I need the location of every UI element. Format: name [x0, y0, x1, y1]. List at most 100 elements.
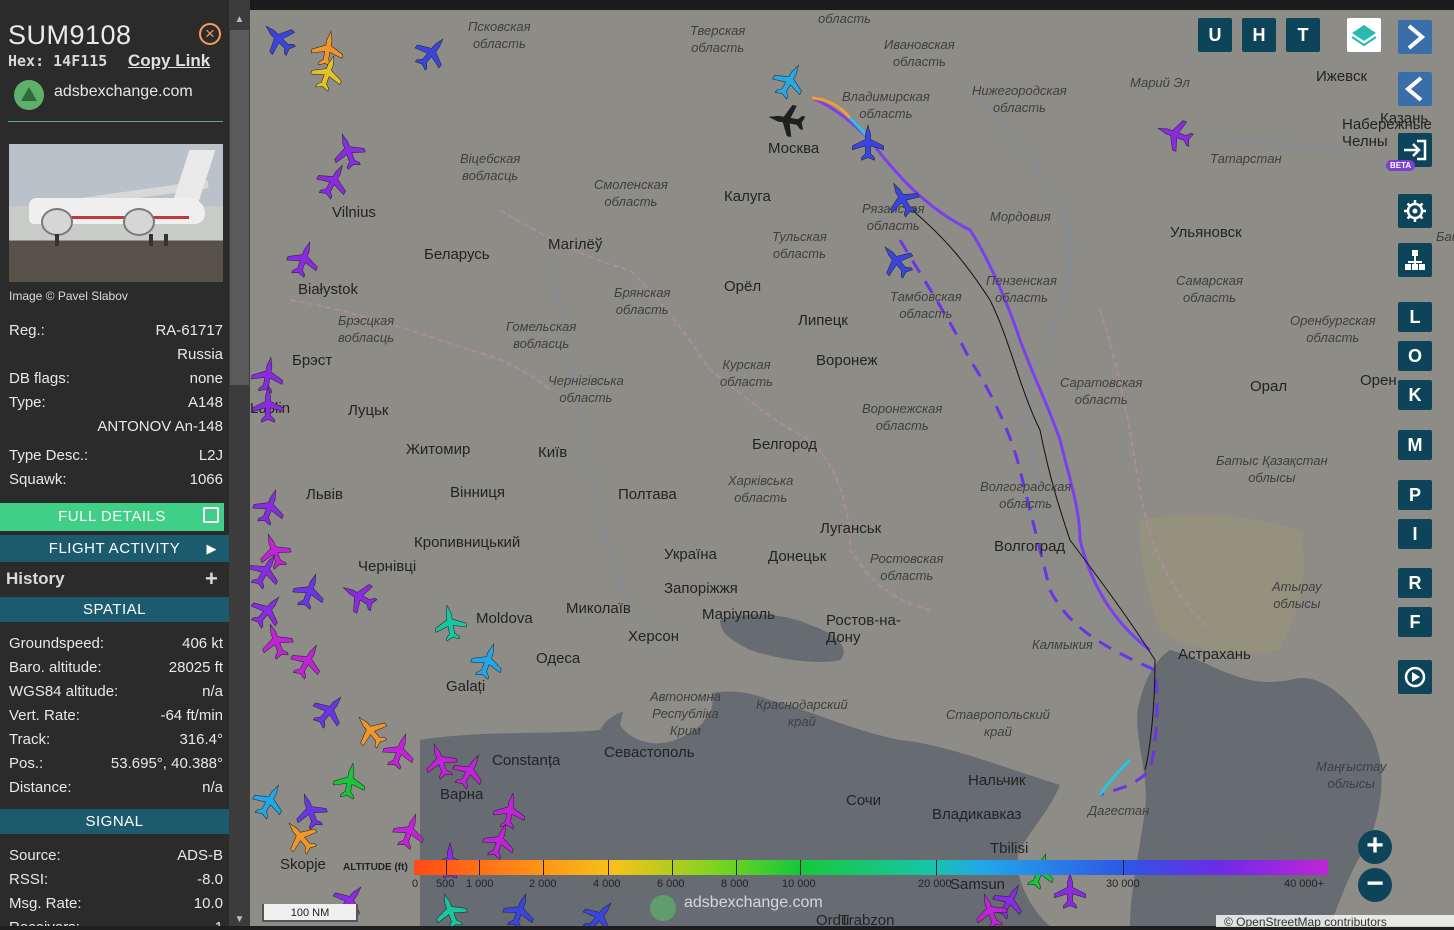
- signal-row: Msg. Rate: 10.0: [9, 895, 223, 912]
- expand-right-icon[interactable]: [1398, 20, 1432, 54]
- aircraft-marker-icon[interactable]: [478, 818, 522, 864]
- zoom-out-button[interactable]: −: [1358, 868, 1392, 902]
- signal-section-header: SIGNAL: [0, 809, 229, 834]
- aircraft-marker-icon[interactable]: [284, 636, 331, 685]
- aircraft-marker-icon[interactable]: [308, 27, 347, 70]
- replay-icon[interactable]: [1398, 660, 1432, 694]
- external-link-icon: [203, 507, 219, 523]
- aircraft-marker-icon[interactable]: [378, 728, 422, 774]
- map-canvas[interactable]: Псковская область Тверская область область Ив…: [250, 10, 1454, 926]
- legend-value: 30 000: [1106, 878, 1140, 890]
- site-link[interactable]: adsbexchange.com: [54, 83, 193, 101]
- aircraft-marker-icon[interactable]: [490, 789, 529, 832]
- aircraft-marker-icon[interactable]: [251, 386, 285, 423]
- toggle-i-button[interactable]: I: [1398, 519, 1432, 549]
- aircraft-marker-icon[interactable]: [872, 236, 921, 285]
- collapse-left-icon[interactable]: [1398, 72, 1432, 106]
- toggle-f-button[interactable]: F: [1398, 607, 1432, 637]
- aircraft-marker-icon[interactable]: [1152, 112, 1198, 156]
- detail-row: Type Desc.: L2J: [9, 447, 223, 464]
- hex-line: Hex: 14F115: [8, 52, 107, 70]
- aircraft-marker-icon[interactable]: [330, 759, 369, 802]
- spatial-row: WGS84 altitude: n/a: [9, 683, 223, 700]
- toggle-k-button[interactable]: K: [1398, 380, 1432, 410]
- settings-gear-icon[interactable]: [1398, 194, 1432, 228]
- flight-activity-label: FLIGHT ACTIVITY: [48, 540, 181, 557]
- full-details-button[interactable]: FULL DETAILS: [0, 503, 224, 531]
- spatial-row: Distance: n/a: [9, 779, 223, 796]
- aircraft-marker-icon[interactable]: [407, 28, 456, 77]
- legend-value: 40 000+: [1284, 878, 1325, 890]
- legend-value: 0: [412, 878, 419, 890]
- expand-plus-icon[interactable]: +: [205, 566, 218, 592]
- hex-value: 14F115: [53, 52, 108, 70]
- full-details-label: FULL DETAILS: [58, 508, 166, 525]
- close-icon[interactable]: ×: [199, 23, 221, 45]
- aircraft-marker-icon[interactable]: [766, 56, 813, 105]
- aircraft-marker-icon[interactable]: [388, 808, 432, 854]
- aircraft-marker-icon[interactable]: [326, 128, 370, 174]
- aircraft-marker-icon[interactable]: [1053, 872, 1087, 909]
- history-heading[interactable]: History: [6, 569, 65, 589]
- aircraft-marker-icon[interactable]: [879, 174, 926, 223]
- aircraft-marker-icon[interactable]: [288, 568, 332, 614]
- layers-icon[interactable]: [1347, 18, 1381, 52]
- toggle-u-button[interactable]: U: [1198, 18, 1232, 52]
- toggle-l-button[interactable]: L: [1398, 302, 1432, 332]
- aircraft-marker-icon[interactable]: [575, 892, 624, 926]
- toggle-o-button[interactable]: O: [1398, 341, 1432, 371]
- aircraft-marker-icon[interactable]: [305, 686, 354, 735]
- aircraft-marker-icon[interactable]: [851, 124, 885, 161]
- aircraft-marker-icon[interactable]: [428, 888, 472, 926]
- aircraft-marker-icon[interactable]: [250, 776, 293, 825]
- spatial-row: Baro. altitude: 28025 ft: [9, 659, 223, 676]
- sidebar-scrollbar[interactable]: ▲ ▼: [229, 0, 250, 926]
- aircraft-marker-icon[interactable]: [250, 484, 292, 530]
- scrollbar-thumb[interactable]: [230, 30, 249, 385]
- toggle-r-button[interactable]: R: [1398, 568, 1432, 598]
- detail-row: Squawk: 1066: [9, 471, 223, 488]
- toggle-h-button[interactable]: H: [1242, 18, 1276, 52]
- copy-link[interactable]: Copy Link: [128, 51, 210, 71]
- scroll-down-icon[interactable]: ▼: [229, 910, 250, 930]
- toggle-t-button[interactable]: T: [1286, 18, 1320, 52]
- osm-attribution[interactable]: © OpenStreetMap contributors: [1216, 915, 1454, 929]
- aircraft-marker-icon[interactable]: [418, 738, 462, 784]
- zoom-in-button[interactable]: +: [1358, 830, 1392, 864]
- photo-credit: Image © Pavel Slabov: [9, 289, 128, 303]
- adsbexchange-logo-icon[interactable]: [14, 80, 44, 110]
- detail-row: Type: A148: [9, 394, 223, 411]
- detail-row: DB flags: none: [9, 370, 223, 387]
- spatial-row: Groundspeed: 406 kt: [9, 635, 223, 652]
- aircraft-photo[interactable]: [9, 144, 223, 282]
- aircraft-marker-icon[interactable]: [334, 573, 383, 620]
- aircraft-marker-icon[interactable]: [282, 236, 326, 282]
- legend-value: 500: [436, 878, 455, 890]
- aircraft-marker-icon[interactable]: [466, 638, 510, 684]
- toggle-m-button[interactable]: M: [1398, 430, 1432, 460]
- aircraft-marker-icon[interactable]: [431, 601, 470, 644]
- toggle-p-button[interactable]: P: [1398, 480, 1432, 510]
- adsbexchange-watermark-icon: [650, 895, 676, 921]
- spatial-row: Vert. Rate: -64 ft/min: [9, 707, 223, 724]
- detail-row: Reg.: RA-61717: [9, 322, 223, 339]
- aircraft-marker-icon[interactable]: [254, 14, 303, 63]
- divider: [8, 121, 223, 122]
- aircraft-markers[interactable]: [250, 10, 1454, 926]
- flight-activity-button[interactable]: FLIGHT ACTIVITY ▶: [0, 535, 229, 562]
- aircraft-marker-icon[interactable]: [498, 888, 542, 926]
- legend-value: 4 000: [593, 878, 621, 890]
- top-bar: [250, 0, 1454, 10]
- watermark-text: adsbexchange.com: [684, 894, 823, 911]
- hierarchy-icon[interactable]: [1398, 243, 1432, 277]
- aircraft-marker-icon[interactable]: [346, 706, 395, 755]
- aircraft-marker-icon[interactable]: [765, 101, 808, 140]
- beta-badge: BETA: [1386, 160, 1416, 171]
- aircraft-info-sidebar: SUM9108 × Hex: 14F115 Copy Link adsbexch…: [0, 0, 229, 926]
- scroll-up-icon[interactable]: ▲: [229, 10, 250, 30]
- aircraft-marker-icon[interactable]: [288, 788, 332, 834]
- aircraft-marker-icon[interactable]: [446, 746, 493, 795]
- spatial-row: Pos.: 53.695°, 40.388°: [9, 755, 223, 772]
- legend-value: 10 000: [782, 878, 816, 890]
- legend-value: 8 000: [721, 878, 749, 890]
